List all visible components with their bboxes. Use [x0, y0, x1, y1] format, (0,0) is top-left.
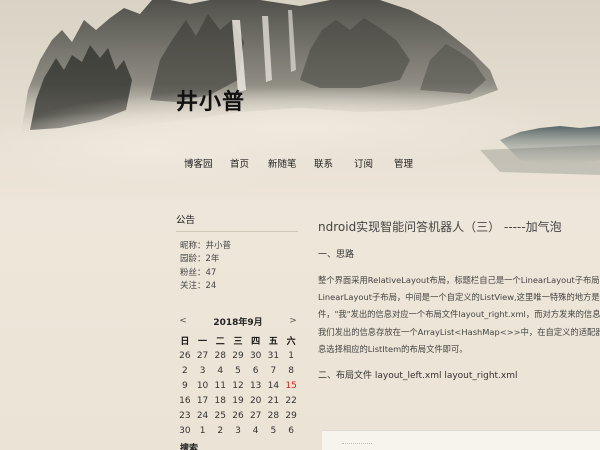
calendar-days: 26 27 28 29 30 31 1 2 3 4 5 6 7 8 9 10 11 12 13 14 15 16 17 18 1…	[176, 348, 300, 438]
calendar-day[interactable]: 8	[282, 363, 300, 378]
weekday-wed: 三	[233, 337, 243, 347]
calendar-day[interactable]: 17	[194, 393, 212, 408]
calendar-week-row: 16 17 18 19 20 21 22	[176, 393, 300, 408]
weekday-mon: 一	[198, 337, 208, 347]
sidebar: 公告 昵称：井小普 园龄：2年 粉丝：47 关注：24	[176, 212, 298, 294]
calendar-day[interactable]: 1	[282, 348, 300, 363]
ink-mountain-illustration	[0, 0, 600, 200]
calendar-week-row: 9 10 11 12 13 14 15	[176, 378, 300, 393]
calendar-day[interactable]: 21	[265, 393, 283, 408]
nav-item-contact[interactable]: 联系	[314, 156, 354, 170]
calendar-day[interactable]: 6	[247, 363, 265, 378]
calendar-day[interactable]: 3	[194, 363, 212, 378]
nav-item-new-post[interactable]: 新随笔	[268, 156, 314, 170]
nav-item-home[interactable]: 首页	[230, 156, 268, 170]
calendar-day[interactable]: 22	[282, 393, 300, 408]
blog-calendar: < 2018年9月 > 日 一 二 三 四 五 六 26 27 28 29 30 31 1 2…	[176, 314, 300, 438]
calendar-day[interactable]: 24	[194, 408, 212, 423]
notice-heading: 公告	[176, 212, 298, 232]
calendar-day[interactable]: 3	[229, 423, 247, 438]
calendar-week-row: 30 1 2 3 4 5 6	[176, 423, 300, 438]
calendar-grid: 日 一 二 三 四 五 六 26 27 28 29 30 31 1 2 3 4 5 6 7 8 9 10 11 1…	[176, 333, 300, 438]
calendar-day[interactable]: 5	[229, 363, 247, 378]
calendar-day[interactable]: 11	[211, 378, 229, 393]
nav-item-manage[interactable]: 管理	[394, 156, 434, 170]
weekday-sat: 六	[286, 337, 296, 347]
calendar-day[interactable]: 5	[265, 423, 283, 438]
calendar-day[interactable]: 27	[247, 408, 265, 423]
paragraph-line: 件，"我"发出的信息对应一个布局文件layout_right.xml，而对方发来…	[318, 309, 600, 320]
calendar-day[interactable]: 4	[247, 423, 265, 438]
calendar-day[interactable]: 18	[211, 393, 229, 408]
ink-mountain-banner	[0, 0, 600, 200]
post-title[interactable]: ndroid实现智能问答机器人（三） -----加气泡	[318, 218, 600, 235]
calendar-next-button[interactable]: >	[286, 316, 300, 326]
calendar-prev-button[interactable]: <	[176, 316, 190, 326]
calendar-day[interactable]: 30	[176, 423, 194, 438]
profile-followers[interactable]: 粉丝：47	[176, 267, 298, 280]
profile-nickname[interactable]: 昵称：井小普	[176, 240, 298, 253]
calendar-day[interactable]: 29	[229, 348, 247, 363]
calendar-day[interactable]: 28	[211, 348, 229, 363]
calendar-day[interactable]: 12	[229, 378, 247, 393]
section-heading-idea: 一、思路	[318, 250, 355, 260]
paragraph-line: 息选择相应的ListItem的布局文件即可。	[318, 343, 468, 354]
calendar-day[interactable]: 20	[247, 393, 265, 408]
calendar-day[interactable]: 29	[282, 408, 300, 423]
calendar-day[interactable]: 26	[176, 348, 194, 363]
paragraph-line: 整个界面采用RelativeLayout布局，标题栏自己是一个LinearLay…	[318, 275, 600, 285]
section-heading-layout-files: 二、布局文件 layout_left.xml layout_right.xml	[318, 371, 518, 382]
calendar-month-title: 2018年9月	[213, 317, 263, 328]
calendar-day[interactable]: 28	[265, 408, 283, 423]
calendar-weekday-row: 日 一 二 三 四 五 六	[176, 333, 300, 348]
calendar-day[interactable]: 26	[229, 408, 247, 423]
profile-following[interactable]: 关注：24	[176, 280, 298, 293]
post-paragraph: 整个界面采用RelativeLayout布局，标题栏自己是一个LinearLay…	[318, 272, 600, 358]
calendar-day[interactable]: 2	[211, 423, 229, 438]
calendar-day[interactable]: 30	[247, 348, 265, 363]
calendar-day[interactable]: 31	[265, 348, 283, 363]
calendar-day[interactable]: 4	[211, 363, 229, 378]
calendar-week-row: 23 24 25 26 27 28 29	[176, 408, 300, 423]
weekday-fri: 五	[268, 337, 278, 347]
calendar-day[interactable]: 14	[265, 378, 283, 393]
nav-item-subscribe[interactable]: 订阅	[354, 156, 394, 170]
calendar-day[interactable]: 6	[282, 423, 300, 438]
calendar-day[interactable]: 2	[176, 363, 194, 378]
code-line	[342, 443, 372, 450]
calendar-week-row: 2345678	[176, 363, 300, 378]
search-heading: 搜索	[180, 444, 199, 450]
calendar-day[interactable]: 10	[194, 378, 212, 393]
site-title[interactable]: 井小普	[176, 84, 245, 116]
calendar-day[interactable]: 15	[282, 378, 300, 393]
paragraph-line: 我们发出的信息存放在一个ArrayList<HashMap<>>中，在自定义的适…	[318, 326, 600, 337]
calendar-header: < 2018年9月 >	[176, 314, 300, 328]
nav-item-cnblogs[interactable]: 博客园	[176, 156, 230, 170]
code-block[interactable]	[322, 430, 600, 450]
main-nav: 博客园 首页 新随笔 联系 订阅 管理	[176, 156, 434, 170]
calendar-day[interactable]: 13	[247, 378, 265, 393]
calendar-day[interactable]: 16	[176, 393, 194, 408]
calendar-day[interactable]: 1	[194, 423, 212, 438]
calendar-day[interactable]: 25	[211, 408, 229, 423]
weekday-tue: 二	[215, 337, 225, 347]
blog-page: 井小普 博客园 首页 新随笔 联系 订阅 管理 公告 昵称：井小普 园龄：2年 …	[0, 0, 600, 450]
calendar-day[interactable]: 19	[229, 393, 247, 408]
calendar-day[interactable]: 27	[194, 348, 212, 363]
post-content: ndroid实现智能问答机器人（三） -----加气泡 一、思路 整个界面采用R…	[318, 218, 600, 393]
calendar-week-row: 26 27 28 29 30 31 1	[176, 348, 300, 363]
paragraph-line: LinearLayout子布局，中间是一个自定义的ListView,这里唯一特殊…	[318, 292, 600, 303]
profile-age[interactable]: 园龄：2年	[176, 253, 298, 266]
weekday-sun: 日	[180, 337, 190, 347]
calendar-day[interactable]: 9	[176, 378, 194, 393]
calendar-day[interactable]: 23	[176, 408, 194, 423]
calendar-day[interactable]: 7	[265, 363, 283, 378]
weekday-thu: 四	[251, 337, 261, 347]
